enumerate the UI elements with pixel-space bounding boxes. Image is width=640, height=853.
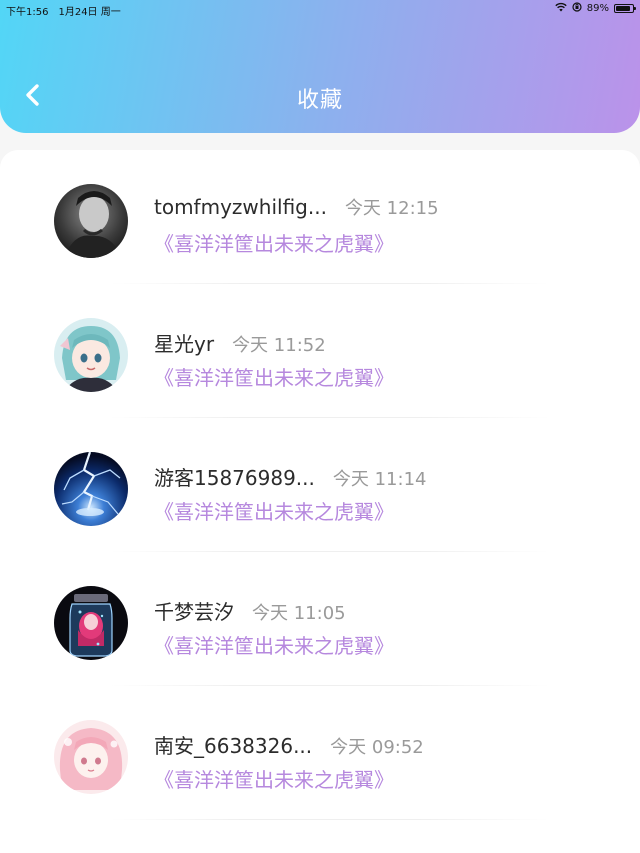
avatar[interactable] — [54, 318, 128, 392]
timestamp: 今天 11:52 — [232, 335, 326, 356]
wifi-icon — [555, 2, 567, 15]
status-bar: 下午1:56 1月24日 周一 89% — [0, 0, 640, 18]
list-item[interactable]: 千梦芸汐 今天 11:05 《喜洋洋筐出未来之虎翼》 — [0, 552, 640, 686]
list-item[interactable]: tomfmyzwhilfig... 今天 12:15 《喜洋洋筐出未来之虎翼》 — [0, 150, 640, 284]
favorites-list: tomfmyzwhilfig... 今天 12:15 《喜洋洋筐出未来之虎翼》 … — [0, 150, 640, 853]
status-time: 下午1:56 — [6, 7, 49, 18]
battery-percent: 89% — [586, 3, 609, 14]
work-title-link[interactable]: 《喜洋洋筐出未来之虎翼》 — [154, 228, 394, 257]
avatar[interactable] — [54, 184, 128, 258]
work-title-link[interactable]: 《喜洋洋筐出未来之虎翼》 — [154, 764, 394, 793]
username: tomfmyzwhilfig... — [154, 195, 327, 219]
timestamp: 今天 11:05 — [252, 603, 346, 624]
username: 南安_6638326... — [154, 734, 313, 758]
list-item[interactable]: 游客15876989... 今天 11:14 《喜洋洋筐出未来之虎翼》 — [0, 418, 640, 552]
timestamp: 今天 12:15 — [344, 198, 439, 219]
page-title: 收藏 — [296, 88, 343, 113]
avatar[interactable] — [54, 720, 128, 794]
list-item[interactable]: 南安_6638326... 今天 09:52 《喜洋洋筐出未来之虎翼》 — [0, 686, 640, 820]
work-title-link[interactable]: 《喜洋洋筐出未来之虎翼》 — [154, 496, 394, 525]
status-date: 1月24日 周一 — [58, 7, 121, 18]
avatar[interactable] — [54, 586, 128, 660]
work-title-link[interactable]: 《喜洋洋筐出未来之虎翼》 — [154, 630, 394, 659]
divider — [110, 819, 550, 820]
orientation-lock-icon — [572, 2, 582, 15]
work-title-link[interactable]: 《喜洋洋筐出未来之虎翼》 — [154, 362, 394, 391]
username: 千梦芸汐 — [154, 600, 234, 624]
username: 游客15876989... — [154, 466, 315, 490]
header-bar: 下午1:56 1月24日 周一 89% 收藏 — [0, 0, 640, 133]
timestamp: 今天 11:14 — [332, 469, 427, 490]
username: 星光yr — [154, 332, 215, 356]
avatar[interactable] — [54, 452, 128, 526]
battery-icon — [614, 4, 636, 13]
battery-level — [616, 6, 631, 11]
list-item[interactable]: 星光yr 今天 11:52 《喜洋洋筐出未来之虎翼》 — [0, 284, 640, 418]
timestamp: 今天 09:52 — [330, 737, 424, 758]
